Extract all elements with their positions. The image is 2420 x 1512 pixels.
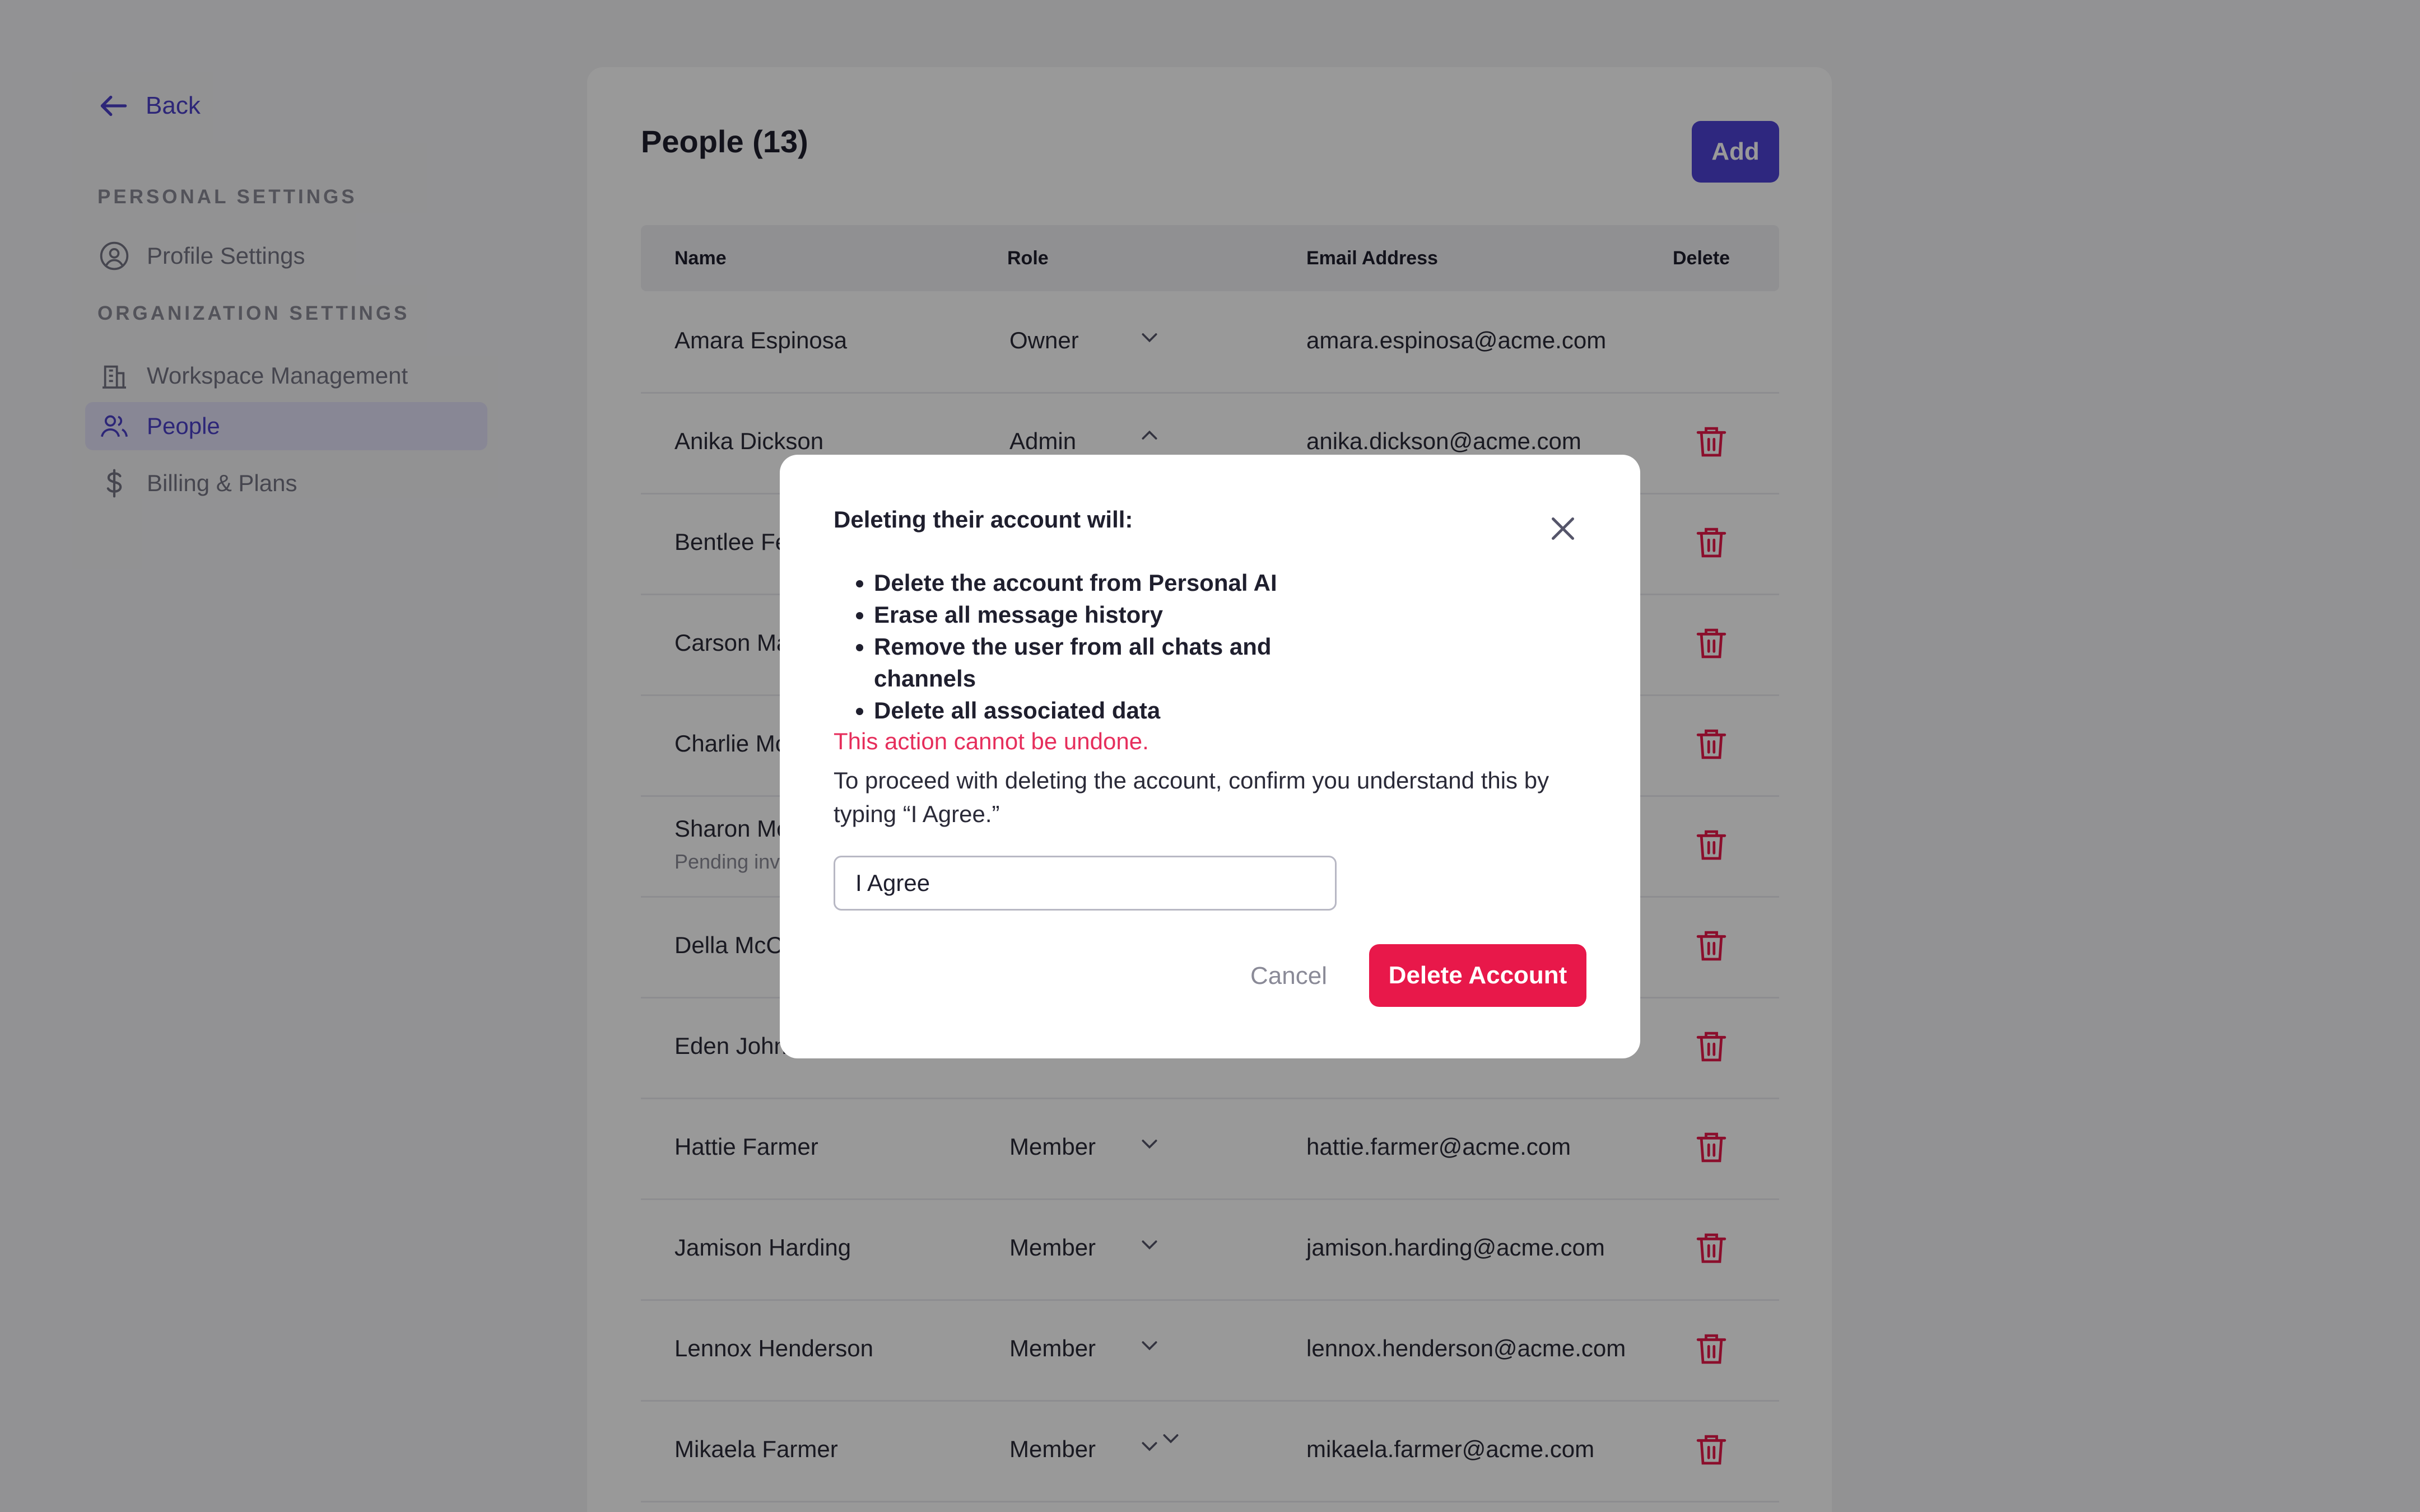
list-item: Remove the user from all chats and chann… [874, 631, 1333, 694]
consequence-list: Delete the account from Personal AI Eras… [834, 567, 1333, 726]
dialog-title: Deleting their account will: [834, 506, 1133, 533]
confirmation-input[interactable] [834, 856, 1337, 911]
confirmation-instruction: To proceed with deleting the account, co… [834, 767, 1549, 827]
list-item: Delete the account from Personal AI [874, 567, 1333, 599]
delete-account-button[interactable]: Delete Account [1369, 944, 1586, 1007]
list-item: Erase all message history [874, 599, 1333, 631]
list-item: Delete all associated data [874, 694, 1333, 726]
delete-account-dialog: Deleting their account will: Delete the … [780, 455, 1640, 1058]
close-icon [1552, 517, 1574, 540]
cancel-button[interactable]: Cancel [1239, 945, 1338, 1007]
warning-text: This action cannot be undone. [834, 728, 1149, 754]
close-button[interactable] [1546, 512, 1580, 545]
